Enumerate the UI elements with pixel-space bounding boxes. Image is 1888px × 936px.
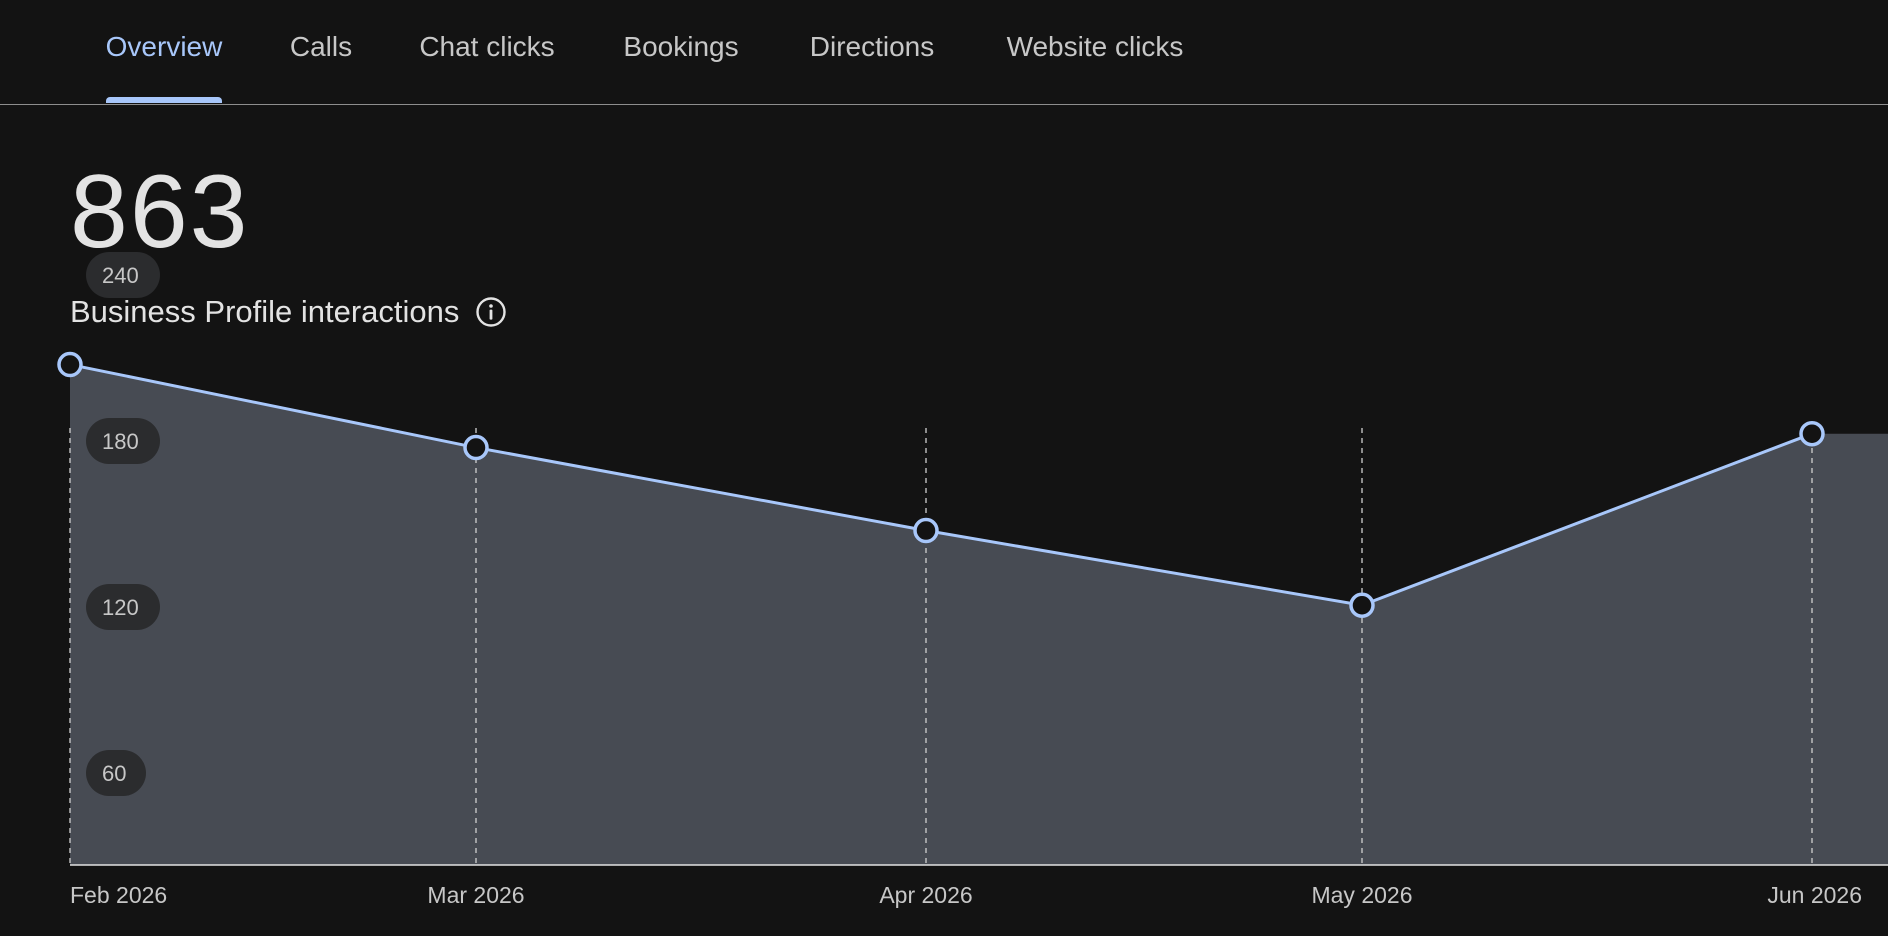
- y-tick-60: 60: [86, 750, 146, 796]
- area-fill: [70, 364, 1888, 865]
- data-point-apr-2026[interactable]: [913, 517, 939, 544]
- x-tick-label: Apr 2026: [879, 882, 972, 908]
- y-tick-240: 240: [86, 252, 160, 298]
- x-tick-label: May 2026: [1311, 882, 1412, 908]
- data-point-feb-2026[interactable]: [57, 351, 83, 378]
- y-tick-label: 180: [102, 429, 139, 454]
- y-tick-180: 180: [86, 418, 160, 464]
- x-tick-label: Mar 2026: [427, 882, 524, 908]
- y-tick-label: 120: [102, 595, 139, 620]
- interactions-chart: 60 120 180 240 Feb 2026 Mar 2026 Apr 2026 May …: [57, 252, 1888, 908]
- data-point-jun-2026[interactable]: [1799, 420, 1825, 447]
- data-point-mar-2026[interactable]: [463, 434, 489, 461]
- y-tick-label: 60: [102, 761, 126, 786]
- x-tick-label: Feb 2026: [70, 882, 167, 908]
- data-point-may-2026[interactable]: [1349, 592, 1375, 618]
- y-tick-label: 240: [102, 263, 139, 288]
- y-tick-120: 120: [86, 584, 160, 630]
- x-tick-label: Jun 2026: [1767, 882, 1862, 908]
